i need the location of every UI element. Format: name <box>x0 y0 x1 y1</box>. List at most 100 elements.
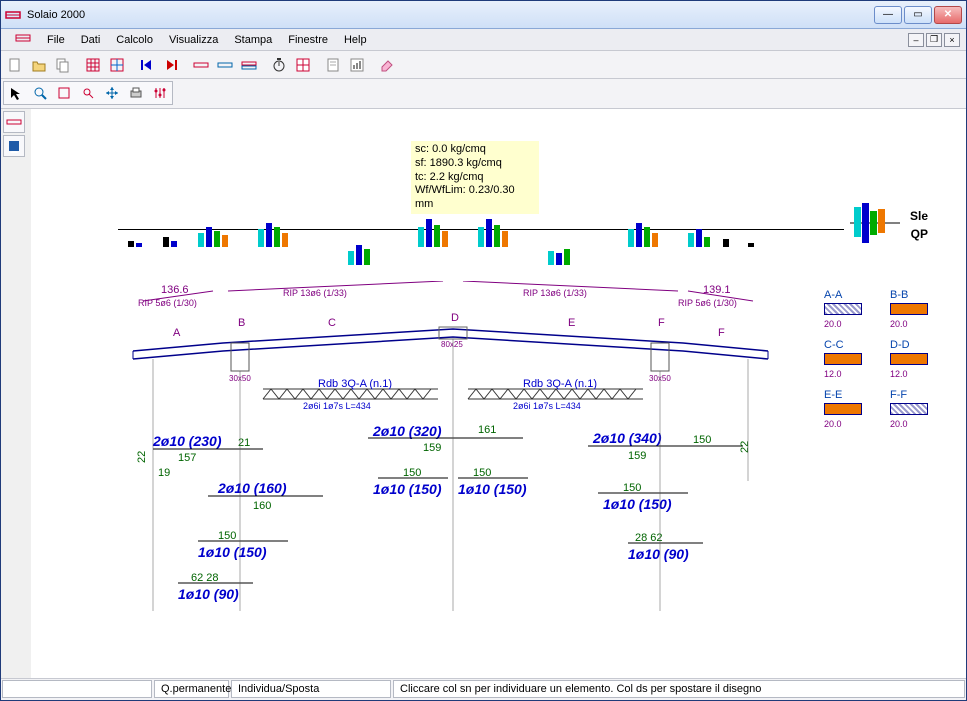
status-load: Q.permanente <box>154 680 229 698</box>
mdi-restore[interactable]: ❐ <box>926 33 942 47</box>
drawing-canvas[interactable]: sc: 0.0 kg/cmq sf: 1890.3 kg/cmq tc: 2.2… <box>31 109 966 678</box>
menu-stampa[interactable]: Stampa <box>226 32 280 48</box>
app-window: Solaio 2000 — ▭ ✕ File Dati Calcolo Visu… <box>0 0 967 701</box>
menubar: File Dati Calcolo Visualizza Stampa Fine… <box>1 29 966 51</box>
svg-text:1ø10 (150): 1ø10 (150) <box>603 496 672 512</box>
open-icon[interactable] <box>27 54 51 76</box>
status-hint: Cliccare col sn per individuare un eleme… <box>393 680 965 698</box>
svg-text:RIP 5ø6 (1/30): RIP 5ø6 (1/30) <box>138 298 197 308</box>
minimize-button[interactable]: — <box>874 6 902 24</box>
info-sf: sf: 1890.3 kg/cmq <box>415 157 535 171</box>
new-icon[interactable] <box>3 54 27 76</box>
svg-text:B: B <box>238 317 245 329</box>
menu-dati[interactable]: Dati <box>73 32 109 48</box>
svg-text:1ø10 (90): 1ø10 (90) <box>178 586 239 602</box>
copy-icon[interactable] <box>51 54 75 76</box>
menu-help[interactable]: Help <box>336 32 375 48</box>
titlebar[interactable]: Solaio 2000 — ▭ ✕ <box>1 1 966 29</box>
zoom-icon[interactable] <box>28 82 52 104</box>
svg-text:139.1: 139.1 <box>703 284 731 296</box>
sle-label: Sle <box>910 209 928 223</box>
svg-text:375.0: 375.0 <box>313 281 341 284</box>
svg-text:159: 159 <box>628 450 646 462</box>
menu-finestre[interactable]: Finestre <box>280 32 336 48</box>
info-wf: Wf/WfLim: 0.23/0.30 mm <box>415 184 535 212</box>
table-icon[interactable] <box>291 54 315 76</box>
print-icon[interactable] <box>124 82 148 104</box>
maximize-button[interactable]: ▭ <box>904 6 932 24</box>
svg-text:1ø10 (150): 1ø10 (150) <box>458 481 527 497</box>
first-icon[interactable] <box>135 54 159 76</box>
section-legend: A-A20.0 B-B20.0 C-C12.0 D-D12.0 E-E20.0 … <box>824 289 944 439</box>
svg-text:D: D <box>451 312 459 324</box>
zoom-window-icon[interactable] <box>76 82 100 104</box>
svg-text:F: F <box>718 327 725 339</box>
svg-text:RIP 5ø6 (1/30): RIP 5ø6 (1/30) <box>678 298 737 308</box>
zoom-extents-icon[interactable] <box>52 82 76 104</box>
info-sc: sc: 0.0 kg/cmq <box>415 143 535 157</box>
svg-text:22: 22 <box>739 441 751 453</box>
svg-text:62 28: 62 28 <box>191 572 219 584</box>
svg-text:150: 150 <box>623 482 641 494</box>
svg-text:A: A <box>173 327 181 339</box>
svg-text:150: 150 <box>218 530 236 542</box>
svg-text:E: E <box>568 317 575 329</box>
app-icon <box>5 7 21 23</box>
mdi-controls: – ❐ × <box>906 33 960 47</box>
svg-text:22: 22 <box>136 451 148 463</box>
svg-text:150: 150 <box>473 467 491 479</box>
svg-text:80x25: 80x25 <box>441 340 463 349</box>
mdi-close[interactable]: × <box>944 33 960 47</box>
svg-text:2ø10 (340): 2ø10 (340) <box>592 430 662 446</box>
svg-text:RIP 13ø6 (1/33): RIP 13ø6 (1/33) <box>523 288 587 298</box>
grid1-icon[interactable] <box>81 54 105 76</box>
svg-text:375.0: 375.0 <box>553 281 581 284</box>
sliders-icon[interactable] <box>148 82 172 104</box>
view-toolbar <box>1 79 966 109</box>
svg-text:157: 157 <box>178 452 196 464</box>
window-title: Solaio 2000 <box>27 9 872 21</box>
info-tc: tc: 2.2 kg/cmq <box>415 171 535 185</box>
beam1-icon[interactable] <box>189 54 213 76</box>
menu-file[interactable]: File <box>39 32 73 48</box>
eraser-icon[interactable] <box>375 54 399 76</box>
svg-text:160: 160 <box>253 500 271 512</box>
status-empty <box>2 680 152 698</box>
svg-text:150: 150 <box>693 434 711 446</box>
stopwatch-icon[interactable] <box>267 54 291 76</box>
svg-text:1ø10 (90): 1ø10 (90) <box>628 546 689 562</box>
statusbar: Q.permanente Individua/Sposta Cliccare c… <box>1 678 966 700</box>
svg-text:2ø10 (160): 2ø10 (160) <box>217 480 287 496</box>
grid2-icon[interactable] <box>105 54 129 76</box>
report-icon[interactable] <box>345 54 369 76</box>
svg-text:161: 161 <box>478 424 496 436</box>
svg-text:150: 150 <box>403 467 421 479</box>
cursor-icon[interactable] <box>4 82 28 104</box>
svg-text:2ø6i 1ø7s L=434: 2ø6i 1ø7s L=434 <box>513 401 581 411</box>
mini-charts-row <box>118 211 844 261</box>
svg-text:1ø10 (150): 1ø10 (150) <box>373 481 442 497</box>
last-icon[interactable] <box>159 54 183 76</box>
svg-text:F: F <box>658 317 665 329</box>
svg-text:RIP 13ø6 (1/33): RIP 13ø6 (1/33) <box>283 288 347 298</box>
structural-drawing: 136.6 RIP 5ø6 (1/30) 375.0 RIP 13ø6 (1/3… <box>123 281 773 671</box>
mdi-minimize[interactable]: – <box>908 33 924 47</box>
main-toolbar <box>1 51 966 79</box>
app-menu-icon[interactable] <box>7 31 39 48</box>
svg-text:136.6: 136.6 <box>161 284 189 296</box>
beam3-icon[interactable] <box>237 54 261 76</box>
menu-visualizza[interactable]: Visualizza <box>161 32 226 48</box>
menu-calcolo[interactable]: Calcolo <box>108 32 161 48</box>
side-view-icon[interactable] <box>3 135 25 157</box>
side-beam-icon[interactable] <box>3 111 25 133</box>
beam2-icon[interactable] <box>213 54 237 76</box>
svg-text:Rdb 3Q-A (n.1): Rdb 3Q-A (n.1) <box>523 378 597 390</box>
pan-icon[interactable] <box>100 82 124 104</box>
svg-text:2ø6i 1ø7s L=434: 2ø6i 1ø7s L=434 <box>303 401 371 411</box>
svg-text:2ø10 (230): 2ø10 (230) <box>152 433 222 449</box>
svg-text:19: 19 <box>158 467 170 479</box>
close-button[interactable]: ✕ <box>934 6 962 24</box>
svg-text:2ø10 (320): 2ø10 (320) <box>372 423 442 439</box>
page-icon[interactable] <box>321 54 345 76</box>
qp-label: QP <box>911 227 928 241</box>
